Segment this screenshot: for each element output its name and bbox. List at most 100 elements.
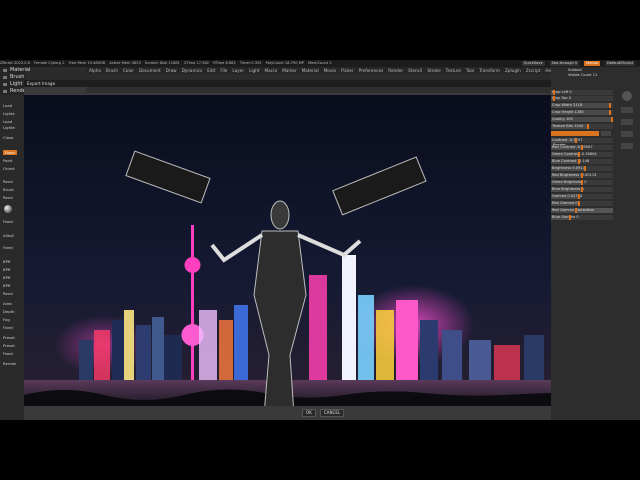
actual-icon[interactable] xyxy=(621,131,633,137)
menu-alpha[interactable]: Alpha xyxy=(89,67,101,74)
cancel-button[interactable]: CANCEL xyxy=(320,409,345,417)
shelf-item[interactable]: Preset xyxy=(3,343,15,348)
shelf-item[interactable]: Lighte xyxy=(3,125,15,130)
slider-knob[interactable] xyxy=(577,194,580,199)
shelf-item[interactable]: Load xyxy=(3,119,12,124)
shelf-item[interactable]: Lighte xyxy=(3,111,15,116)
menu-picker[interactable]: Picker xyxy=(341,67,353,74)
adjust-slider[interactable]: Red Brightness -0.00113 xyxy=(551,173,613,178)
slider-knob[interactable] xyxy=(581,145,583,150)
menu-stencil[interactable]: Stencil xyxy=(408,67,422,74)
see-through-slider[interactable]: See-through 0 xyxy=(549,61,580,66)
shelf-item[interactable]: Depth xyxy=(3,309,15,314)
shelf-item[interactable]: BPR xyxy=(3,275,11,280)
shelf-item[interactable]: BPR xyxy=(3,283,11,288)
bpr-icon[interactable] xyxy=(622,91,632,101)
menu-material[interactable]: Material xyxy=(0,67,30,74)
quality-slider[interactable]: Quality 100 xyxy=(551,117,613,122)
slider-knob[interactable] xyxy=(608,103,611,108)
adjust-slider[interactable]: Red Gamma Correction xyxy=(551,208,613,213)
shelf-item[interactable]: Brush xyxy=(3,187,14,192)
menu-layer[interactable]: Layer xyxy=(232,67,244,74)
menu-light[interactable]: Light xyxy=(0,81,26,88)
quicksave-button[interactable]: QuickSave xyxy=(521,61,545,66)
shelf-item[interactable]: Load xyxy=(3,103,12,108)
menu-file[interactable]: File xyxy=(220,67,227,74)
menu-draw[interactable]: Draw xyxy=(166,67,177,74)
menus-button[interactable]: Menus xyxy=(584,61,600,66)
shelf-item[interactable]: Close xyxy=(3,135,13,140)
material-sphere-icon[interactable] xyxy=(4,205,12,213)
menu-material-top[interactable]: Material xyxy=(302,67,319,74)
menu-preferences[interactable]: Preferences xyxy=(359,67,384,74)
menu-stroke[interactable]: Stroke xyxy=(427,67,440,74)
shelf-item[interactable]: Fixed xyxy=(3,219,13,224)
menu-brush-top[interactable]: Brush xyxy=(106,67,118,74)
aahalf-icon[interactable] xyxy=(621,143,633,149)
shelf-item[interactable]: Fixed xyxy=(3,351,13,356)
shelf-item[interactable]: Render xyxy=(3,361,17,366)
menu-zscript[interactable]: Zscript xyxy=(526,67,541,74)
shelf-item[interactable]: BPR xyxy=(3,259,11,264)
shelf-item[interactable]: Preset xyxy=(3,335,15,340)
shelf-item[interactable]: Rend xyxy=(3,291,13,296)
menu-macro[interactable]: Macro xyxy=(265,67,278,74)
shelf-item[interactable]: Fog xyxy=(3,317,10,322)
slider-knob[interactable] xyxy=(584,166,587,171)
adjust-slider[interactable]: Green Contrast -0.16804 xyxy=(551,152,613,157)
shelf-item[interactable]: Paint xyxy=(3,158,12,163)
crop-height-slider[interactable]: Crop Height 1280 xyxy=(551,110,613,115)
shelf-item-active[interactable]: Fixed xyxy=(3,150,17,155)
adjust-slider[interactable]: Blue Contrast -0.148 xyxy=(551,159,613,164)
menu-movie[interactable]: Movie xyxy=(324,67,336,74)
adjust-slider[interactable]: Blue Gamma 0 xyxy=(551,215,613,220)
menu-render[interactable]: Render xyxy=(0,88,28,95)
adjust-slider[interactable]: Contrast -0.3247 xyxy=(551,138,613,143)
slider-knob[interactable] xyxy=(574,138,577,143)
menu-tool[interactable]: Tool xyxy=(466,67,474,74)
slider-knob[interactable] xyxy=(581,187,583,192)
shelf-item[interactable]: Orient xyxy=(3,166,15,171)
scroll-icon[interactable] xyxy=(621,107,633,113)
shelf-item[interactable]: Rend xyxy=(3,179,13,184)
menu-marker[interactable]: Marker xyxy=(282,67,296,74)
zoom-icon[interactable] xyxy=(621,119,633,125)
adjust-slider[interactable]: Gamma 0.02724 xyxy=(551,194,613,199)
adjust-slider[interactable]: Red Gamma 0 xyxy=(551,201,613,206)
shelf-item[interactable]: AlltoS xyxy=(3,233,14,238)
crop-width-slider[interactable]: Crop Width 2118 xyxy=(551,103,613,108)
slider-knob[interactable] xyxy=(574,208,577,213)
slider-knob[interactable] xyxy=(553,90,556,95)
slider-knob[interactable] xyxy=(553,96,556,101)
menu-texture[interactable]: Texture xyxy=(446,67,461,74)
slider-knob[interactable] xyxy=(581,180,583,185)
slider-knob[interactable] xyxy=(577,152,580,157)
shelf-item[interactable]: BPR xyxy=(3,267,11,272)
slider-knob[interactable] xyxy=(568,215,571,220)
render-button[interactable]: Render xyxy=(551,131,599,147)
menu-brush[interactable]: Brush xyxy=(0,74,26,81)
menu-dynamics[interactable]: Dynamics xyxy=(182,67,203,74)
slider-knob[interactable] xyxy=(610,117,613,122)
menu-render-top[interactable]: Render xyxy=(388,67,403,74)
crop-left-slider[interactable]: Crop Left 0 xyxy=(551,90,613,95)
shelf-item[interactable]: Area xyxy=(3,301,12,306)
menu-light-top[interactable]: Light xyxy=(249,67,259,74)
slider-knob[interactable] xyxy=(577,201,580,206)
adjust-slider[interactable]: Green Brightness 0 xyxy=(551,180,613,185)
ok-button[interactable]: OK xyxy=(302,409,316,417)
slider-knob[interactable] xyxy=(587,124,590,129)
menu-color[interactable]: Color xyxy=(123,67,134,74)
menu-edit[interactable]: Edit xyxy=(207,67,215,74)
slider-knob[interactable] xyxy=(608,110,611,115)
render-toggle[interactable] xyxy=(601,131,611,136)
adjust-slider[interactable]: Red Contrast -0.09567 xyxy=(551,145,613,150)
adjust-slider[interactable]: Brightness 0.0917 xyxy=(551,166,613,171)
slider-knob[interactable] xyxy=(581,173,583,178)
shelf-item[interactable]: Fixed xyxy=(3,245,13,250)
shelf-item[interactable]: Fixed xyxy=(3,325,13,330)
texture-bits-slider[interactable]: Texture Bits 1044 xyxy=(551,124,613,129)
crop-top-slider[interactable]: Crop Top 0 xyxy=(551,96,613,101)
menu-transform[interactable]: Transform xyxy=(479,67,500,74)
menu-document[interactable]: Document xyxy=(139,67,161,74)
